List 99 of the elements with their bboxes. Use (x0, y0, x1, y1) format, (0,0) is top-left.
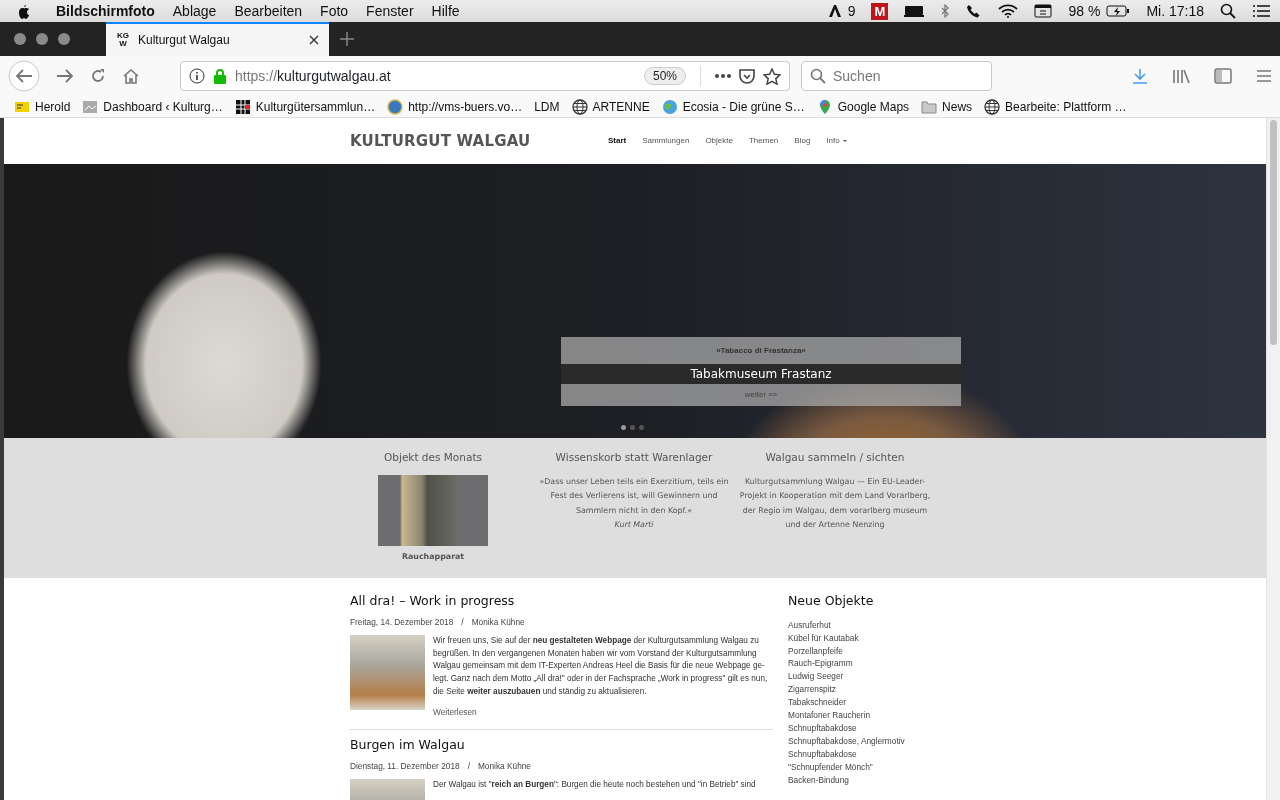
site-logo[interactable]: KULTURGUT WALGAU (350, 129, 608, 153)
feature-title: Walgau sammeln / sichten (764, 450, 906, 465)
nav-link[interactable]: Info (826, 135, 847, 147)
more-icon[interactable] (715, 74, 731, 78)
sidebar-link[interactable]: Porzellanpfeife (788, 644, 843, 658)
globe-icon (571, 98, 588, 115)
back-button[interactable] (8, 60, 40, 92)
zoom-indicator[interactable]: 50% (643, 67, 686, 85)
sidebar-link[interactable]: Montafoner Raucherin (788, 709, 871, 722)
address-bar[interactable]: https://kulturgutwalgau.at 50% (180, 61, 790, 91)
battery-icon[interactable] (1106, 5, 1131, 17)
bluetooth-icon[interactable] (940, 4, 951, 18)
window-control[interactable] (14, 33, 26, 45)
home-icon[interactable] (122, 68, 140, 84)
sidebar-link[interactable]: Ausruferhut (788, 618, 831, 632)
slide-title: Tabakmuseum Frastanz (561, 364, 961, 384)
keyboard-icon[interactable] (1034, 4, 1053, 18)
menu-item[interactable]: Hilfe (422, 0, 469, 22)
feature-title: Wissenskorb statt Warenlager (554, 450, 714, 465)
sidebar-link[interactable]: Schnupftabakdose, Anglermotiv (788, 734, 905, 748)
earth-icon (661, 98, 678, 115)
sidebar-link[interactable]: Backen-Bindung (788, 773, 849, 787)
close-icon[interactable] (309, 35, 319, 45)
post-title[interactable]: Burgen im Walgau (350, 736, 773, 755)
seal-icon (387, 98, 404, 115)
window-control[interactable] (36, 33, 48, 45)
nav-link[interactable]: Sammlungen (642, 135, 690, 147)
post-title[interactable]: All dra! – Work in progress (350, 592, 773, 611)
pocket-icon[interactable] (739, 68, 755, 84)
meta-separator: / (467, 759, 470, 773)
post-date: Freitag, 14. Dezember 2018 (350, 615, 454, 629)
star-icon[interactable] (763, 67, 781, 85)
bookmark[interactable]: News (921, 97, 973, 116)
sidebar-icon[interactable] (1214, 68, 1232, 84)
menu-item[interactable]: Foto (311, 0, 358, 22)
sidebar-link[interactable]: "Schnupfender Mönch" (788, 760, 873, 774)
menu-item[interactable]: Ablage (163, 0, 226, 22)
post-text: Wir freuen uns, Sie auf der neu gestalteten Webpage der Kulturgutsammlung Walgau zu begrüßen. In den vergangenen Monaten haben wir vom Vorstand der Kulturgutsammlung Walgau gemeinsam mit dem IT-Experten Andreas Heel die Basis für die neue Webpage ge-legt. Ganz nach dem Motto „All dra!" oder in der Fachsprache „Work in progress" gilt es nun, die Seite weiter auszubauen und ständig zu aktualisieren. (433, 635, 769, 698)
bookmark[interactable]: Bearbeite: Plattform … (984, 97, 1127, 116)
bookmark[interactable]: http://vms-buers.vo… (387, 97, 523, 116)
favicon: KG W (116, 32, 130, 48)
sidebar-link[interactable]: Kübel für Kautabak (788, 631, 859, 645)
list-icon[interactable] (1252, 4, 1270, 18)
search-icon[interactable] (1220, 3, 1236, 19)
plus-icon[interactable] (340, 32, 354, 46)
bookmark[interactable]: Ecosia - Die grüne S… (661, 97, 805, 116)
nav-link[interactable]: Objekte (705, 135, 733, 147)
url-text: https://kulturgutwalgau.at (235, 66, 391, 86)
bookmark[interactable]: Kulturgütersammlun… (234, 97, 376, 116)
bookmark[interactable]: Dashboard ‹ Kulturg… (82, 97, 223, 116)
adobe-count: 9 (847, 1, 856, 21)
phone-icon[interactable] (966, 3, 983, 19)
sidebar-link[interactable]: Rauch-Epigramm (788, 657, 853, 671)
sidebar-link[interactable]: Schnupftabakdose (788, 722, 857, 735)
battery-percent: 98 % (1068, 1, 1101, 21)
post-author: Monika Kühne (477, 759, 531, 773)
browser-tab[interactable]: KG W Kulturgut Walgau (106, 22, 329, 56)
post-text: Der Walgau ist "reich an Burgen": Burgen die heute noch bestehen und "in Betrieb" sind (433, 779, 756, 792)
post-author: Monika Kühne (471, 615, 525, 629)
wifi-icon[interactable] (998, 4, 1019, 18)
menu-icon[interactable] (1256, 69, 1272, 83)
globe-icon (984, 98, 1001, 115)
carousel-indicator[interactable] (621, 425, 626, 430)
feature-title: Objekt des Monats (383, 450, 483, 465)
forward-icon[interactable] (56, 68, 74, 84)
sidebar-link[interactable]: Schnupftabakdose (788, 747, 857, 761)
bookmark[interactable]: Google Maps (816, 97, 910, 116)
slide-kicker: »Tabacco di Frastanza« (561, 337, 961, 364)
sidebar-title: Neue Objekte (788, 592, 875, 610)
nav-link[interactable]: Themen (748, 135, 779, 147)
bookmark[interactable]: Herold (14, 97, 71, 116)
sidebar-link[interactable]: Zigarrenspitz (788, 683, 836, 697)
app-menu[interactable]: Bildschirmfoto (46, 0, 164, 22)
scrollbar[interactable] (1266, 118, 1280, 800)
nav-link[interactable]: Start (608, 135, 627, 147)
clock[interactable]: Mi. 17:18 (1146, 0, 1204, 22)
search-field[interactable]: Suchen (801, 61, 992, 91)
download-icon[interactable] (1132, 68, 1148, 84)
bookmark[interactable]: LDM (534, 97, 560, 116)
sidebar-link[interactable]: Tabakschneider (788, 696, 847, 710)
window-control[interactable] (58, 33, 70, 45)
tab-title: Kulturgut Walgau (138, 32, 230, 49)
sidebar-link[interactable]: Ludwig Seeger (788, 670, 844, 684)
menu-item[interactable]: Bearbeiten (225, 0, 312, 22)
apple-icon[interactable] (16, 3, 30, 19)
nav-link[interactable]: Blog (794, 135, 811, 147)
display-icon[interactable] (904, 5, 925, 17)
info-icon[interactable] (189, 68, 205, 84)
library-icon[interactable] (1172, 68, 1190, 84)
menu-item[interactable]: Fenster (357, 0, 423, 22)
scrollbar-thumb[interactable] (1270, 120, 1277, 345)
bookmark[interactable]: ARTENNE (571, 97, 650, 116)
folder-icon (921, 98, 938, 115)
post-date: Dienstag, 11. Dezember 2018 (350, 759, 460, 773)
app-logo[interactable]: M (871, 2, 889, 20)
read-more-link[interactable]: Weiterlesen (433, 706, 477, 719)
lock-icon[interactable] (213, 68, 227, 84)
meta-separator: / (461, 615, 464, 629)
reload-icon[interactable] (90, 68, 106, 84)
